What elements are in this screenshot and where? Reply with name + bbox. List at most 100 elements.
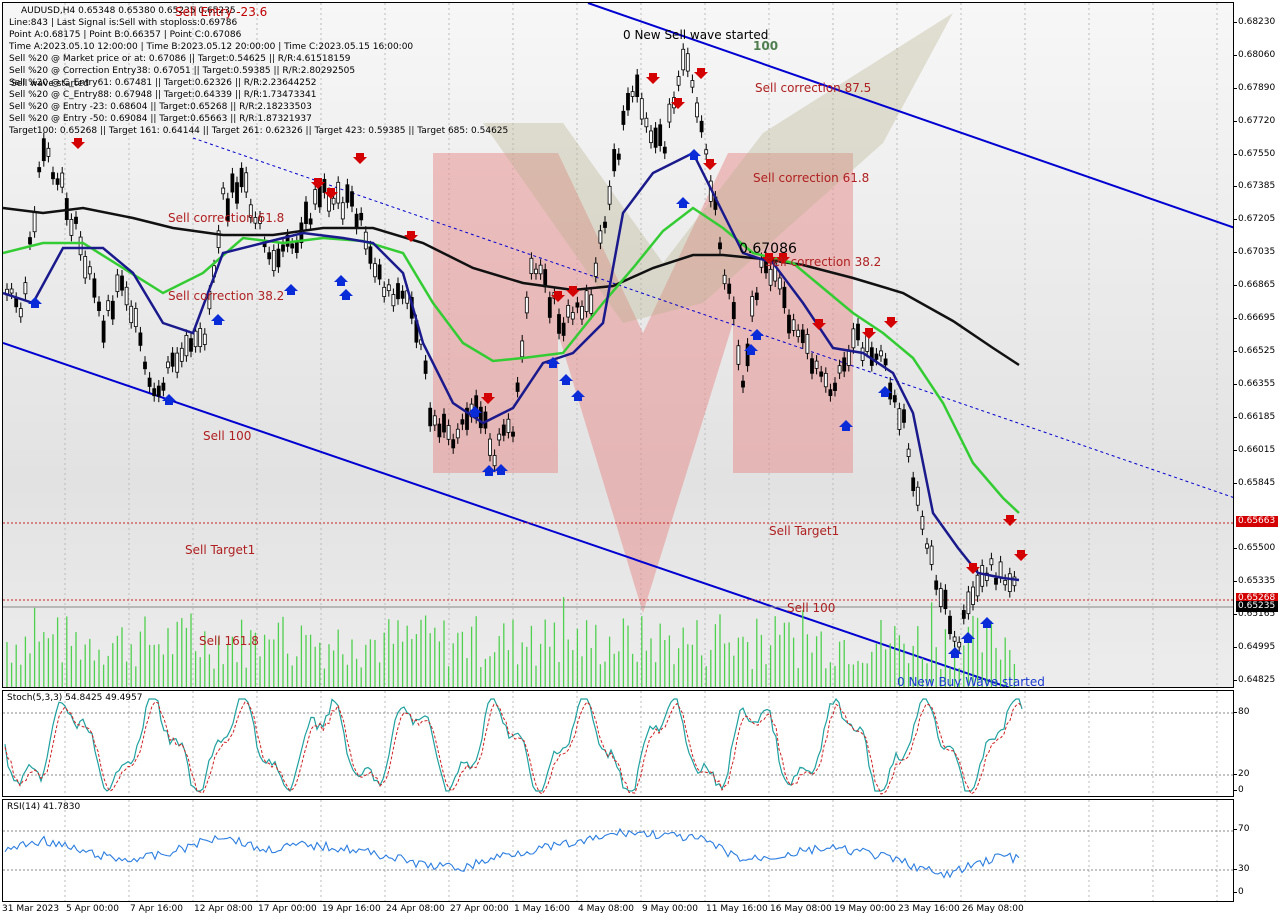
candle-body bbox=[60, 172, 65, 188]
sell-arrow-icon bbox=[71, 138, 85, 149]
price-tick: 0.67720 bbox=[1233, 116, 1276, 126]
candle-body bbox=[184, 334, 189, 357]
candle-body bbox=[460, 419, 465, 425]
candle-body bbox=[97, 301, 101, 311]
price-chart-pane[interactable]: AUDUSD,H4 0.65348 0.65380 0.65235 0.6523… bbox=[2, 2, 1234, 688]
candle-body bbox=[230, 173, 235, 193]
rsi-level-0: 0 bbox=[1234, 887, 1244, 897]
rsi-level-30: 30 bbox=[1233, 864, 1250, 874]
buy-arrow-icon bbox=[211, 314, 225, 325]
rsi-pane[interactable]: RSI(14) 41.7830 bbox=[2, 799, 1234, 902]
candle-body bbox=[667, 103, 672, 123]
candle-body bbox=[612, 149, 617, 172]
candle-body bbox=[23, 282, 28, 295]
candle-body bbox=[547, 297, 552, 318]
candle-body bbox=[120, 275, 124, 291]
candle-body bbox=[681, 48, 686, 71]
candle-body bbox=[271, 250, 276, 272]
candle-body bbox=[170, 352, 175, 367]
candle-body bbox=[14, 297, 19, 308]
candle-body bbox=[971, 586, 975, 605]
candle-body bbox=[32, 211, 37, 233]
candle-body bbox=[304, 201, 308, 224]
candle-body bbox=[570, 312, 575, 320]
candle-body bbox=[966, 591, 971, 615]
candle-body bbox=[354, 213, 359, 229]
candle-body bbox=[653, 127, 658, 148]
signal-info-line: Sell %20 @ Correction Entry38: 0.67051 |… bbox=[9, 66, 356, 76]
candle-body bbox=[391, 294, 396, 307]
candle-body bbox=[580, 306, 584, 320]
candle-body bbox=[161, 382, 166, 391]
candle-body bbox=[750, 296, 755, 317]
stochastic-axis: 80 20 0 bbox=[1233, 690, 1280, 797]
candle-body bbox=[78, 236, 83, 256]
price-tick: 0.64995 bbox=[1233, 642, 1276, 652]
time-tick: 19 May 00:00 bbox=[834, 904, 896, 914]
time-tick: 11 May 16:00 bbox=[706, 904, 768, 914]
candle-body bbox=[621, 110, 626, 125]
candle-body bbox=[193, 330, 198, 348]
candle-body bbox=[851, 328, 856, 349]
price-tick: 0.65845 bbox=[1233, 478, 1276, 488]
candle-body bbox=[557, 314, 561, 334]
candle-body bbox=[18, 308, 23, 318]
time-tick: 5 Apr 00:00 bbox=[66, 904, 119, 914]
candle-body bbox=[883, 358, 888, 366]
time-tick: 17 Apr 00:00 bbox=[258, 904, 317, 914]
price-tick: 0.66355 bbox=[1233, 379, 1276, 389]
candle-body bbox=[46, 147, 51, 157]
stochastic-pane[interactable]: Stoch(5,3,3) 54.8425 49.4957 bbox=[2, 690, 1234, 797]
candle-body bbox=[83, 256, 88, 279]
time-tick: 4 May 08:00 bbox=[578, 904, 634, 914]
candle-body bbox=[810, 358, 814, 374]
buy-arrow-icon bbox=[559, 374, 573, 385]
candle-body bbox=[377, 264, 382, 280]
candle-body bbox=[731, 302, 736, 320]
candle-body bbox=[478, 406, 483, 429]
sell-100-right-label: Sell 100 bbox=[787, 601, 836, 615]
candle-body bbox=[892, 395, 897, 403]
price-axis[interactable]: 0.68230 0.68060 0.67890 0.67720 0.67550 0.673… bbox=[1233, 2, 1280, 688]
candle-body bbox=[598, 230, 603, 244]
candle-body bbox=[239, 167, 244, 188]
buy-arrow-icon bbox=[676, 197, 690, 208]
candle-body bbox=[980, 565, 985, 587]
candle-body bbox=[805, 334, 810, 354]
price-tick: 0.65335 bbox=[1233, 576, 1276, 586]
candle-body bbox=[124, 286, 129, 306]
signal-info-line: Sell %20 @ Entry -23: 0.68604 || Target:… bbox=[9, 102, 312, 112]
buy-arrow-icon bbox=[162, 394, 176, 405]
candle-body bbox=[607, 185, 612, 205]
candle-body bbox=[994, 577, 998, 585]
candle-body bbox=[690, 80, 695, 88]
candle-body bbox=[879, 350, 883, 357]
candle-body bbox=[9, 288, 14, 294]
candle-body bbox=[143, 361, 147, 370]
candle-body bbox=[106, 300, 111, 311]
price-tick: 0.68230 bbox=[1233, 17, 1276, 27]
candle-body bbox=[543, 269, 548, 288]
candle-body bbox=[796, 329, 801, 338]
candle-body bbox=[754, 292, 759, 300]
candle-body bbox=[589, 294, 594, 314]
signal-info-line: Time A:2023.05.10 12:00:00 | Time B:2023… bbox=[9, 42, 414, 52]
candle-body bbox=[538, 264, 543, 275]
candle-body bbox=[929, 545, 934, 565]
candle-body bbox=[943, 589, 948, 610]
candle-body bbox=[175, 352, 180, 373]
sell-arrow-icon bbox=[353, 153, 367, 164]
price-tick: 0.67205 bbox=[1233, 214, 1276, 224]
candle-body bbox=[529, 257, 534, 275]
time-tick: 27 Apr 00:00 bbox=[450, 904, 509, 914]
candle-body bbox=[704, 149, 709, 155]
rsi-label: RSI(14) 41.7830 bbox=[7, 802, 81, 812]
candle-body bbox=[290, 243, 295, 249]
candle-body bbox=[308, 218, 313, 225]
candle-body bbox=[221, 187, 226, 195]
candle-body bbox=[156, 385, 161, 397]
candle-body bbox=[787, 314, 791, 334]
candle-body bbox=[616, 153, 621, 160]
stoch-level-20: 20 bbox=[1233, 769, 1250, 779]
candle-body bbox=[428, 407, 433, 427]
